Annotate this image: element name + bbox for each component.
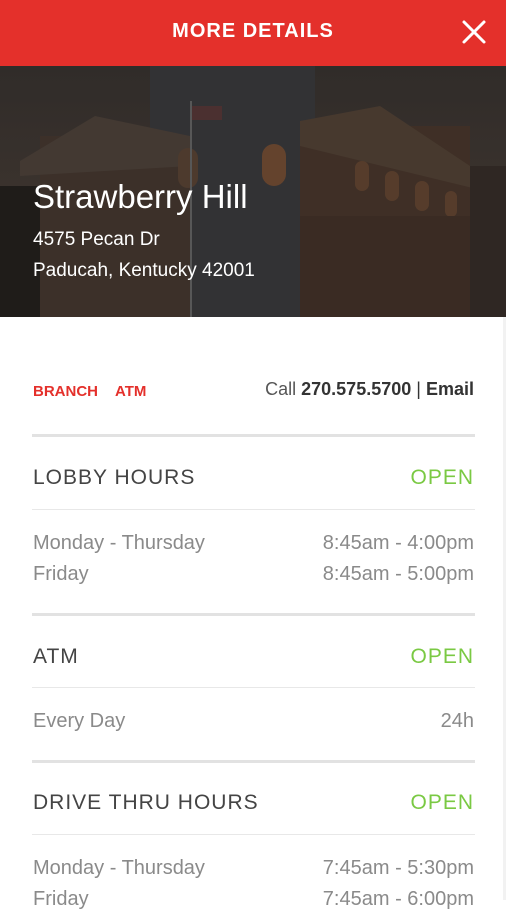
tag-atm[interactable]: ATM bbox=[115, 383, 146, 400]
branch-name: Strawberry Hill bbox=[33, 178, 248, 215]
hours-time-value: 24h bbox=[440, 710, 474, 732]
drive-thru-title: DRIVE THRU HOURS bbox=[33, 791, 259, 814]
atm-title: ATM bbox=[33, 645, 79, 668]
details-panel: BRANCH ATM Call 270.575.5700 | Email LOB… bbox=[0, 317, 506, 910]
lobby-hours-title: LOBBY HOURS bbox=[33, 466, 196, 489]
divider bbox=[32, 613, 475, 616]
divider bbox=[32, 834, 475, 835]
divider bbox=[32, 760, 475, 763]
address-line-2: Paducah, Kentucky 42001 bbox=[33, 260, 255, 281]
hours-day-label: Monday - Thursday bbox=[33, 532, 205, 554]
close-icon bbox=[462, 20, 486, 44]
phone-link[interactable]: 270.575.5700 bbox=[301, 379, 411, 399]
hours-time-value: 8:45am - 4:00pm bbox=[322, 532, 474, 554]
hours-time-value: 8:45am - 5:00pm bbox=[322, 563, 474, 585]
hours-time-value: 7:45am - 5:30pm bbox=[322, 857, 474, 879]
divider bbox=[32, 509, 475, 510]
branch-hero-image: Strawberry Hill 4575 Pecan Dr Paducah, K… bbox=[0, 66, 506, 317]
close-button[interactable] bbox=[456, 14, 492, 50]
tag-branch[interactable]: BRANCH bbox=[33, 383, 98, 400]
drive-thru-status-badge: OPEN bbox=[410, 791, 474, 814]
contact-separator: | bbox=[416, 379, 421, 399]
contact-info: Call 270.575.5700 | Email bbox=[265, 379, 474, 400]
email-link[interactable]: Email bbox=[426, 379, 474, 399]
call-label: Call bbox=[265, 379, 297, 399]
hours-day-label: Monday - Thursday bbox=[33, 857, 205, 879]
divider bbox=[32, 434, 475, 437]
hours-day-label: Friday bbox=[33, 563, 89, 585]
lobby-status-badge: OPEN bbox=[410, 466, 474, 489]
address-line-1: 4575 Pecan Dr bbox=[33, 229, 160, 250]
page-title: MORE DETAILS bbox=[172, 20, 334, 42]
hours-day-label: Every Day bbox=[33, 710, 126, 732]
divider bbox=[32, 687, 475, 688]
atm-status-badge: OPEN bbox=[410, 645, 474, 668]
header-bar: MORE DETAILS bbox=[0, 0, 506, 66]
